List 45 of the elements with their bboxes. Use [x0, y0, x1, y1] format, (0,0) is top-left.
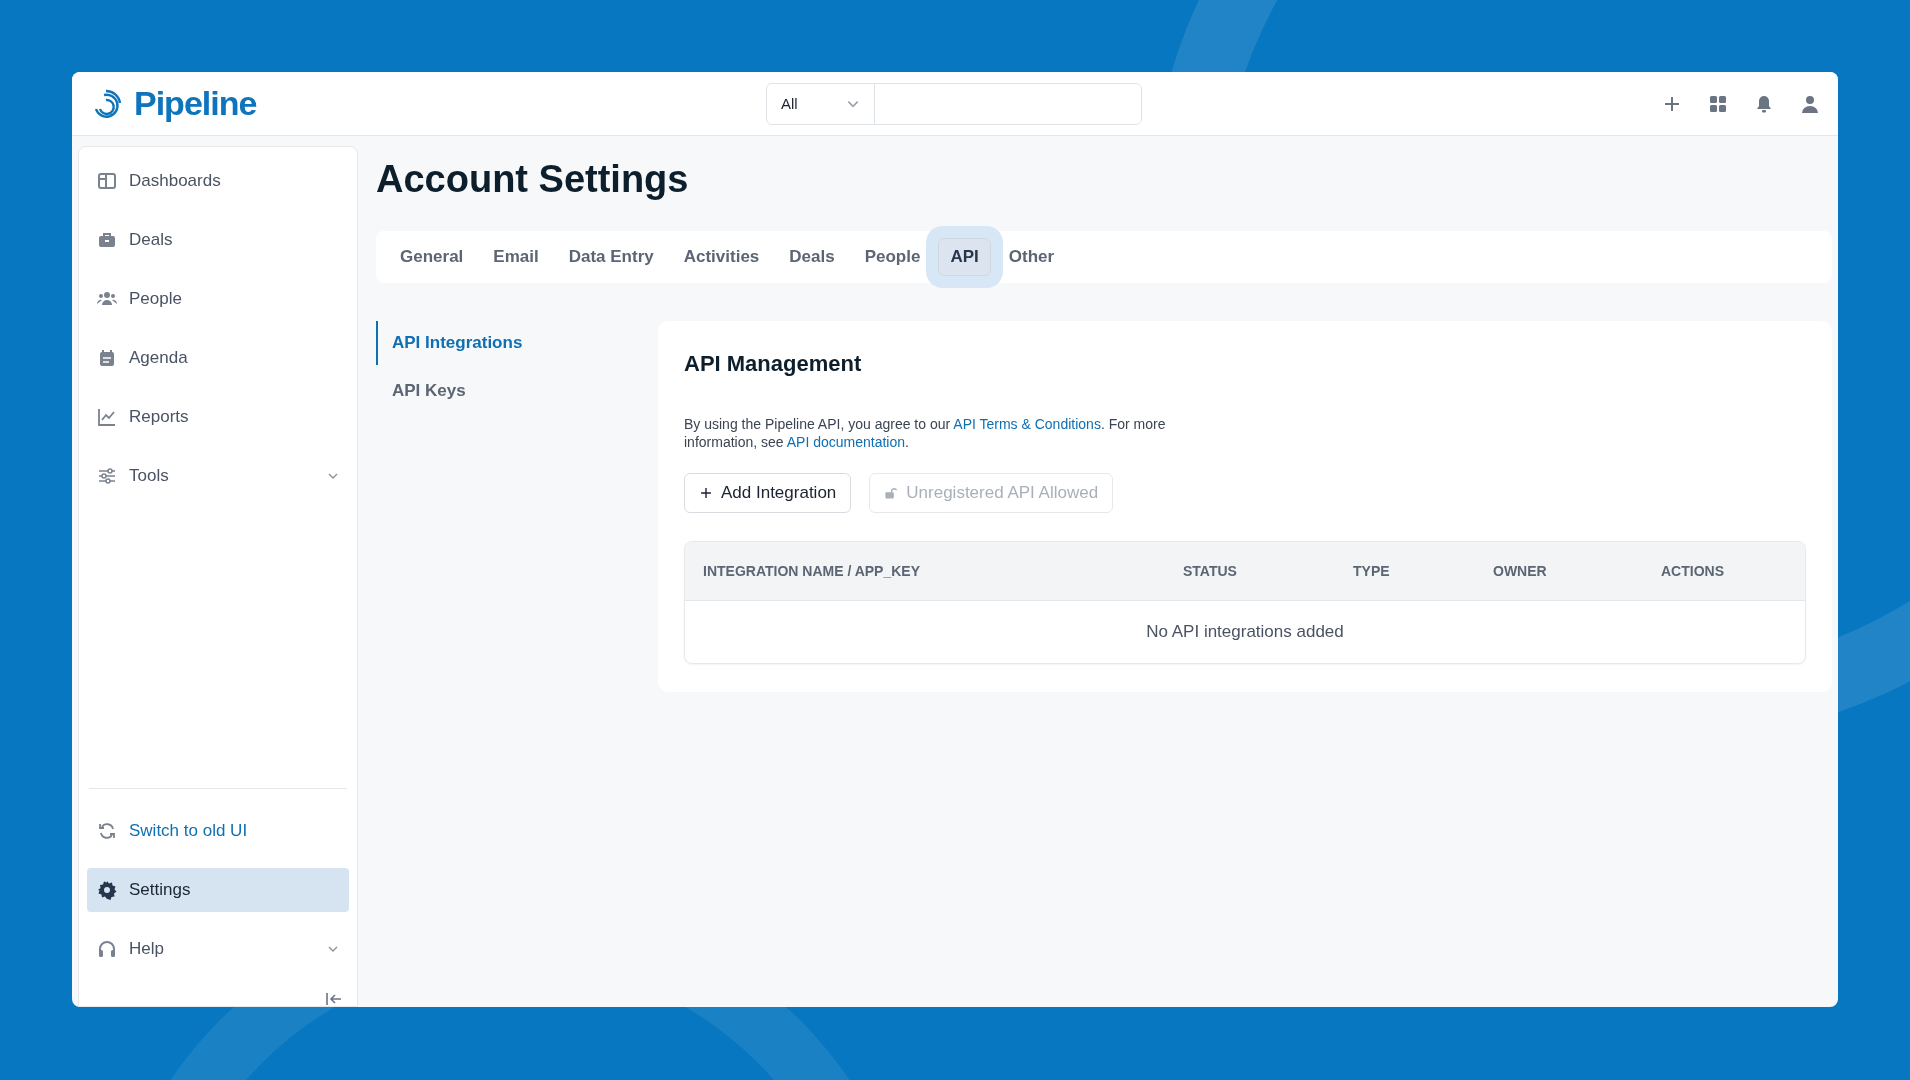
tools-icon — [97, 466, 117, 486]
tab[interactable]: Other — [996, 238, 1067, 276]
tab[interactable]: Data Entry — [556, 238, 666, 276]
subnav-item[interactable]: API Integrations — [376, 321, 636, 365]
logo-text: Pipeline — [134, 84, 257, 123]
subnav-item[interactable]: API Keys — [376, 369, 636, 413]
dashboards-icon — [97, 171, 117, 191]
sidebar-item[interactable]: Dashboards — [87, 159, 349, 203]
description-text: By using the Pipeline API, you agree to our API Terms & Conditions. For more information, see API documentation. — [684, 415, 1167, 451]
tab[interactable]: Activities — [671, 238, 772, 276]
sidebar-item[interactable]: Switch to old UI — [87, 809, 349, 853]
sidebar-item[interactable]: Settings — [87, 868, 349, 912]
sidebar-item[interactable]: Help — [87, 927, 349, 971]
agenda-icon — [97, 348, 117, 368]
deals-icon — [97, 230, 117, 250]
empty-message: No API integrations added — [1146, 622, 1344, 642]
sidebar-item[interactable]: Deals — [87, 218, 349, 262]
add-button[interactable]: Add Integration — [684, 473, 852, 513]
page-title: Account Settings — [376, 158, 690, 201]
tab[interactable]: Deals — [777, 238, 847, 276]
sidebar-item[interactable]: People — [87, 277, 349, 321]
help-icon — [97, 939, 117, 959]
column-header: ACTIONS — [1661, 563, 1725, 579]
settings-icon — [97, 880, 117, 900]
column-header: STATUS — [1183, 563, 1238, 579]
tab[interactable]: General — [388, 238, 476, 276]
sidebar-item[interactable]: Agenda — [87, 336, 349, 380]
lock-icon — [884, 486, 899, 500]
plus-icon — [699, 486, 713, 500]
bell-icon[interactable] — [1754, 93, 1774, 114]
reports-icon — [97, 407, 117, 427]
collapse-icon[interactable] — [325, 992, 343, 1006]
column-header: OWNER — [1493, 563, 1548, 579]
column-header: INTEGRATION NAME / APP_KEY — [703, 563, 922, 579]
user-icon[interactable] — [1800, 93, 1820, 114]
tab[interactable]: Email — [481, 238, 551, 276]
grid-icon[interactable] — [1708, 93, 1728, 114]
switch-icon — [97, 821, 117, 841]
link[interactable]: API Terms & Conditions — [953, 416, 1101, 432]
panel-title: API Management — [684, 351, 863, 377]
sidebar-item[interactable]: Tools — [87, 454, 349, 498]
link[interactable]: API documentation — [786, 434, 906, 450]
sidebar-item[interactable]: Reports — [87, 395, 349, 439]
tab[interactable]: People — [852, 238, 933, 276]
column-header: TYPE — [1353, 563, 1391, 579]
